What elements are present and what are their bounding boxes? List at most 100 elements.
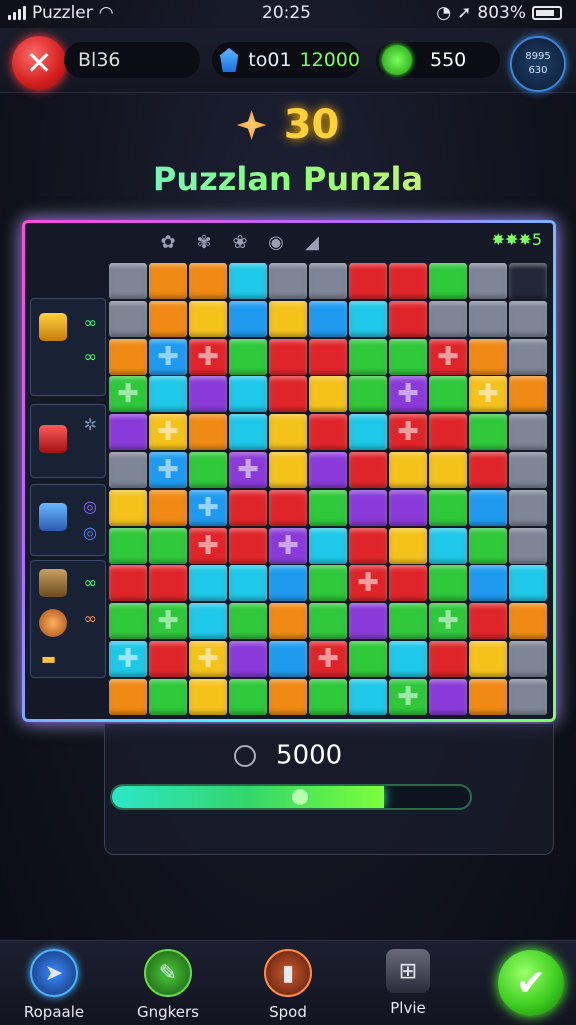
grid-tile[interactable] <box>469 338 507 375</box>
grid-tile[interactable] <box>109 263 147 299</box>
grid-tile[interactable] <box>269 451 307 488</box>
grid-tile[interactable] <box>189 263 227 299</box>
grid-tile[interactable] <box>269 338 307 375</box>
grid-tile[interactable] <box>229 678 267 715</box>
grid-tile[interactable] <box>309 527 347 564</box>
puzzle-piece-tile[interactable] <box>269 527 307 564</box>
nav-item-spod[interactable]: ▮ Spod <box>238 949 338 1021</box>
puzzle-piece-tile[interactable] <box>149 338 187 375</box>
grid-tile[interactable] <box>429 451 467 488</box>
grid-tile[interactable] <box>349 451 387 488</box>
grid-tile[interactable] <box>389 603 427 640</box>
grid-tile[interactable] <box>189 565 227 602</box>
grid-tile[interactable] <box>309 451 347 488</box>
grid-tile[interactable] <box>229 489 267 526</box>
grid-tile[interactable] <box>149 678 187 715</box>
grid-tile[interactable] <box>309 565 347 602</box>
grid-tile[interactable] <box>429 489 467 526</box>
close-button[interactable]: ✕ <box>12 36 66 90</box>
grid-tile[interactable] <box>349 300 387 337</box>
grid-tile[interactable] <box>509 338 547 375</box>
grid-tile[interactable] <box>309 678 347 715</box>
grid-tile[interactable] <box>269 489 307 526</box>
grid-tile[interactable] <box>389 489 427 526</box>
grid-tile[interactable] <box>509 300 547 337</box>
grid-tile[interactable] <box>349 678 387 715</box>
grid-tile[interactable] <box>109 678 147 715</box>
grid-tile[interactable] <box>309 414 347 451</box>
grid-tile[interactable] <box>229 603 267 640</box>
grid-tile[interactable] <box>469 300 507 337</box>
grid-tile[interactable] <box>189 451 227 488</box>
grid-tile[interactable] <box>429 640 467 677</box>
grid-tile[interactable] <box>309 489 347 526</box>
grid-tile[interactable] <box>389 300 427 337</box>
grid-tile[interactable] <box>269 376 307 413</box>
grid-tile[interactable] <box>109 338 147 375</box>
grid-tile[interactable] <box>229 640 267 677</box>
grid-tile[interactable] <box>509 640 547 677</box>
grid-tile[interactable] <box>269 678 307 715</box>
puzzle-piece-tile[interactable] <box>349 565 387 602</box>
puzzle-piece-tile[interactable] <box>469 376 507 413</box>
grid-tile[interactable] <box>469 489 507 526</box>
grid-tile[interactable] <box>149 376 187 413</box>
side-slot-1[interactable]: ∞ ∞ <box>30 298 106 396</box>
grid-tile[interactable] <box>429 263 467 299</box>
grid-tile[interactable] <box>509 527 547 564</box>
grid-tile[interactable] <box>229 527 267 564</box>
grid-tile[interactable] <box>469 451 507 488</box>
grid-tile[interactable] <box>429 414 467 451</box>
grid-tile[interactable] <box>109 527 147 564</box>
puzzle-grid[interactable] <box>108 262 548 716</box>
grid-tile[interactable] <box>349 338 387 375</box>
grid-tile[interactable] <box>269 603 307 640</box>
avatar[interactable]: 8995 630 <box>510 36 566 92</box>
grid-tile[interactable] <box>469 678 507 715</box>
grid-tile[interactable] <box>389 338 427 375</box>
grid-tile[interactable] <box>349 414 387 451</box>
grid-tile[interactable] <box>189 414 227 451</box>
grid-tile[interactable] <box>469 263 507 299</box>
grid-tile[interactable] <box>469 565 507 602</box>
grid-tile[interactable] <box>349 489 387 526</box>
grid-tile[interactable] <box>269 640 307 677</box>
grid-tile[interactable] <box>509 603 547 640</box>
grid-tile[interactable] <box>149 263 187 299</box>
grid-tile[interactable] <box>429 678 467 715</box>
tool-icon[interactable]: ✿ <box>156 231 180 255</box>
grid-tile[interactable] <box>469 603 507 640</box>
grid-tile[interactable] <box>389 263 427 299</box>
grid-tile[interactable] <box>509 565 547 602</box>
tool-icon[interactable]: ◉ <box>264 231 288 255</box>
grid-tile[interactable] <box>149 527 187 564</box>
puzzle-piece-tile[interactable] <box>189 338 227 375</box>
grid-tile[interactable] <box>229 565 267 602</box>
grid-tile[interactable] <box>109 489 147 526</box>
side-slot-2[interactable]: ✲ <box>30 404 106 478</box>
tool-icon[interactable]: ❀ <box>228 231 252 255</box>
progress-knob[interactable] <box>292 789 309 805</box>
grid-tile[interactable] <box>229 414 267 451</box>
grid-tile[interactable] <box>189 603 227 640</box>
grid-tile[interactable] <box>309 300 347 337</box>
grid-tile[interactable] <box>109 451 147 488</box>
puzzle-piece-tile[interactable] <box>309 640 347 677</box>
nav-item-plvie[interactable]: ⊞ Plvie <box>358 949 458 1017</box>
grid-tile[interactable] <box>509 414 547 451</box>
grid-tile[interactable] <box>509 263 547 299</box>
grid-tile[interactable] <box>309 263 347 299</box>
grid-tile[interactable] <box>109 300 147 337</box>
grid-tile[interactable] <box>189 300 227 337</box>
puzzle-piece-tile[interactable] <box>389 414 427 451</box>
puzzle-piece-tile[interactable] <box>189 489 227 526</box>
grid-tile[interactable] <box>429 376 467 413</box>
puzzle-piece-tile[interactable] <box>389 376 427 413</box>
puzzle-piece-tile[interactable] <box>429 338 467 375</box>
puzzle-piece-tile[interactable] <box>429 603 467 640</box>
grid-tile[interactable] <box>109 603 147 640</box>
puzzle-piece-tile[interactable] <box>189 640 227 677</box>
grid-tile[interactable] <box>309 376 347 413</box>
grid-tile[interactable] <box>349 640 387 677</box>
grid-tile[interactable] <box>269 263 307 299</box>
